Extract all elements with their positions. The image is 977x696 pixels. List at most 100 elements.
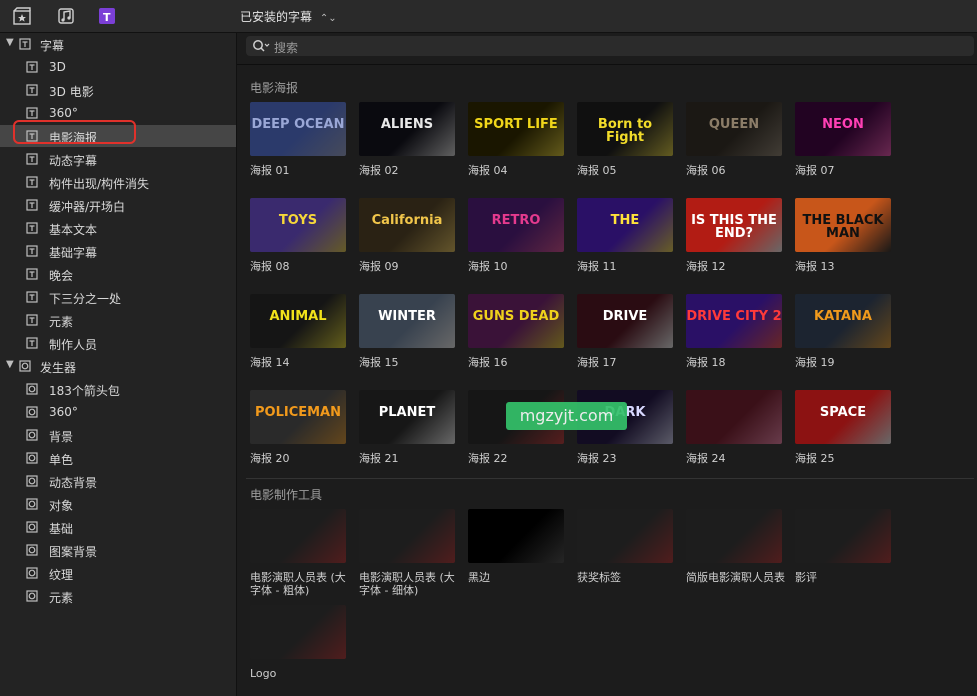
title-thumbnail[interactable]: DEEP OCEAN bbox=[250, 102, 346, 156]
generator-category-icon bbox=[26, 475, 38, 487]
title-thumbnail[interactable]: IS THIS THE END? bbox=[686, 198, 782, 252]
disclosure-triangle-icon[interactable]: ▼ bbox=[6, 359, 14, 370]
thumbnail-caption: 海报 14 bbox=[250, 356, 290, 369]
title-thumbnail[interactable] bbox=[577, 509, 673, 563]
sidebar-root-label: 字幕 bbox=[40, 39, 65, 53]
thumbnail-caption: 海报 20 bbox=[250, 452, 290, 465]
search-field[interactable]: 搜索 bbox=[246, 36, 974, 56]
thumbnail-caption: 海报 18 bbox=[686, 356, 726, 369]
title-thumbnail[interactable]: GUNS DEAD bbox=[468, 294, 564, 348]
title-thumbnail[interactable]: SPACE bbox=[795, 390, 891, 444]
title-thumbnail[interactable] bbox=[250, 605, 346, 659]
sidebar-item-label: 晚会 bbox=[49, 269, 74, 283]
search-icon bbox=[253, 40, 270, 52]
generator-category-icon bbox=[26, 544, 38, 556]
sidebar-item[interactable]: 缓冲器/开场白 bbox=[0, 194, 236, 216]
title-thumbnail[interactable]: SPORT LIFE bbox=[468, 102, 564, 156]
thumbnail-title-text: SPORT LIFE bbox=[474, 117, 558, 132]
title-thumbnail[interactable] bbox=[686, 509, 782, 563]
title-thumbnail[interactable]: California bbox=[359, 198, 455, 252]
title-thumbnail[interactable]: RETRO bbox=[468, 198, 564, 252]
sidebar-item[interactable]: 基础 bbox=[0, 516, 236, 538]
music-sound-browser-icon[interactable] bbox=[56, 6, 76, 26]
thumbnail-caption: 海报 25 bbox=[795, 452, 835, 465]
title-category-icon bbox=[26, 199, 38, 211]
sidebar-item[interactable]: 元素 bbox=[0, 585, 236, 607]
sidebar-item[interactable]: 动态背景 bbox=[0, 470, 236, 492]
selection-highlight-ring bbox=[13, 120, 136, 144]
thumbnail-caption: Logo bbox=[250, 667, 277, 680]
title-thumbnail[interactable]: THE BLACK MAN bbox=[795, 198, 891, 252]
sidebar-item[interactable]: 下三分之一处 bbox=[0, 286, 236, 308]
title-thumbnail[interactable]: POLICEMAN bbox=[250, 390, 346, 444]
sidebar-item[interactable]: 对象 bbox=[0, 493, 236, 515]
sidebar-root-titles[interactable]: ▼ 字幕 bbox=[0, 33, 236, 55]
sidebar-item[interactable]: 183个箭头包 bbox=[0, 378, 236, 400]
sidebar-item[interactable]: 3D bbox=[0, 56, 236, 78]
sidebar-item[interactable]: 纹理 bbox=[0, 562, 236, 584]
title-thumbnail[interactable]: TOYS bbox=[250, 198, 346, 252]
library-title-dropdown[interactable]: 已安装的字幕 ⌃⌄ bbox=[240, 8, 337, 25]
thumbnail-caption: 海报 19 bbox=[795, 356, 835, 369]
browser-toolbar: T 已安装的字幕 ⌃⌄ bbox=[0, 0, 977, 33]
thumbnail-caption: 海报 02 bbox=[359, 164, 399, 177]
search-divider bbox=[237, 64, 977, 65]
sidebar-item-label: 图案背景 bbox=[49, 545, 98, 559]
photos-videos-browser-icon[interactable] bbox=[12, 6, 32, 26]
title-thumbnail[interactable] bbox=[468, 509, 564, 563]
sidebar-item[interactable]: 360° bbox=[0, 401, 236, 423]
sidebar-item[interactable]: 单色 bbox=[0, 447, 236, 469]
title-thumbnail[interactable]: Born to Fight bbox=[577, 102, 673, 156]
generator-category-icon bbox=[26, 452, 38, 464]
sidebar-item-label: 制作人员 bbox=[49, 338, 98, 352]
title-thumbnail[interactable]: THE bbox=[577, 198, 673, 252]
sidebar-item-label: 动态背景 bbox=[49, 476, 98, 490]
sidebar-item[interactable]: 基础字幕 bbox=[0, 240, 236, 262]
thumbnail-caption: 海报 21 bbox=[359, 452, 399, 465]
title-thumbnail[interactable]: WINTER bbox=[359, 294, 455, 348]
title-thumbnail[interactable] bbox=[795, 509, 891, 563]
title-thumbnail[interactable] bbox=[359, 509, 455, 563]
sidebar-item[interactable]: 动态字幕 bbox=[0, 148, 236, 170]
sidebar-item[interactable]: 基本文本 bbox=[0, 217, 236, 239]
title-thumbnail[interactable]: PLANET bbox=[359, 390, 455, 444]
sidebar-item[interactable]: 3D 电影 bbox=[0, 79, 236, 101]
title-thumbnail[interactable]: DRIVE bbox=[577, 294, 673, 348]
title-thumbnail[interactable]: KATANA bbox=[795, 294, 891, 348]
title-thumbnail[interactable]: ANIMAL bbox=[250, 294, 346, 348]
thumbnail-title-text: ANIMAL bbox=[269, 309, 327, 324]
thumbnail-caption: 黑边 bbox=[468, 571, 490, 584]
library-title-label: 已安装的字幕 bbox=[240, 10, 313, 24]
thumbnail-caption: 海报 04 bbox=[468, 164, 508, 177]
thumbnail-caption: 电影演职人员表 (大字体 - 粗体) bbox=[250, 571, 346, 597]
sidebar-item-label: 基础 bbox=[49, 522, 74, 536]
sidebar-item[interactable]: 构件出现/构件消失 bbox=[0, 171, 236, 193]
title-thumbnail[interactable]: NEON bbox=[795, 102, 891, 156]
thumbnail-title-text: WINTER bbox=[378, 309, 436, 324]
thumbnail-title-text: TOYS bbox=[278, 213, 318, 228]
sidebar-item[interactable]: 图案背景 bbox=[0, 539, 236, 561]
thumbnail-title-text: QUEEN bbox=[708, 117, 760, 132]
sidebar-root-generators[interactable]: ▼ 发生器 bbox=[0, 355, 236, 377]
thumbnail-caption: 简版电影演职人员表 bbox=[686, 571, 785, 584]
title-thumbnail[interactable]: DRIVE CITY 2 bbox=[686, 294, 782, 348]
title-thumbnail[interactable]: QUEEN bbox=[686, 102, 782, 156]
thumbnail-title-text: GUNS DEAD bbox=[472, 309, 560, 324]
chevron-updown-icon: ⌃⌄ bbox=[319, 13, 337, 24]
sidebar-item-label: 基本文本 bbox=[49, 223, 98, 237]
sidebar-item[interactable]: 制作人员 bbox=[0, 332, 236, 354]
thumbnail-caption: 电影演职人员表 (大字体 - 细体) bbox=[359, 571, 455, 597]
sidebar-item[interactable]: 背景 bbox=[0, 424, 236, 446]
sidebar-item[interactable]: 晚会 bbox=[0, 263, 236, 285]
titles-generators-browser-icon[interactable]: T bbox=[97, 6, 117, 26]
thumbnail-title-text: RETRO bbox=[491, 213, 541, 228]
thumbnail-title-text: California bbox=[371, 213, 443, 228]
thumbnail-title-text: IS THIS THE END? bbox=[691, 213, 777, 241]
disclosure-triangle-icon[interactable]: ▼ bbox=[6, 37, 14, 48]
sidebar-item-label: 对象 bbox=[49, 499, 74, 513]
title-thumbnail[interactable]: ALIENS bbox=[359, 102, 455, 156]
title-thumbnail[interactable] bbox=[250, 509, 346, 563]
title-category-icon bbox=[26, 61, 38, 73]
sidebar-item[interactable]: 元素 bbox=[0, 309, 236, 331]
title-thumbnail[interactable] bbox=[686, 390, 782, 444]
